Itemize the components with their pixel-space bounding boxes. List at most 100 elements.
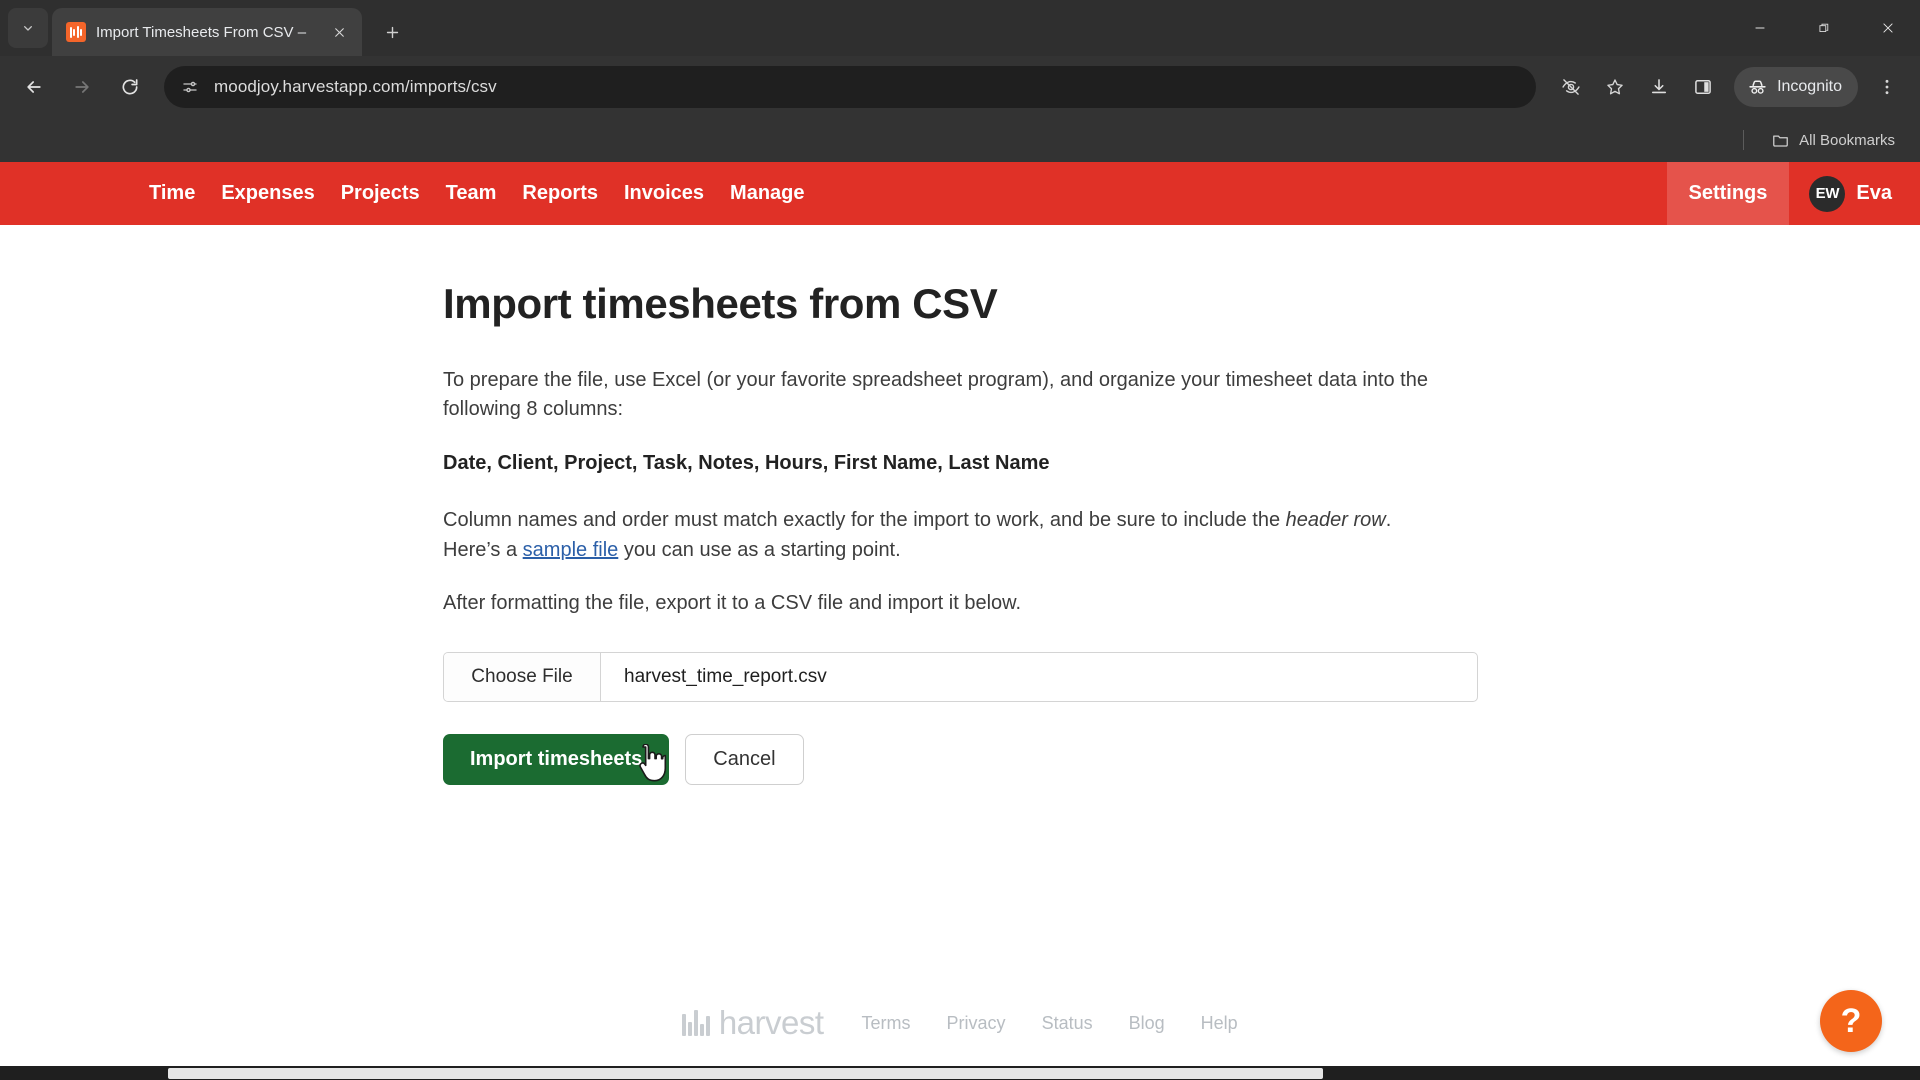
eye-slash-icon xyxy=(1562,79,1580,95)
new-tab-button[interactable] xyxy=(374,14,410,50)
avatar: EW xyxy=(1809,175,1846,212)
nav-item-expenses[interactable]: Expenses xyxy=(208,182,327,205)
url-text: moodjoy.harvestapp.com/imports/csv xyxy=(214,77,497,96)
header-row-emphasis: header row xyxy=(1285,509,1386,532)
footer-link-terms[interactable]: Terms xyxy=(862,1013,911,1034)
cancel-button[interactable]: Cancel xyxy=(685,734,804,786)
page-viewport: Time Expenses Projects Team Reports Invo… xyxy=(0,162,1920,1080)
page-footer: harvest Terms Privacy Status Blog Help xyxy=(0,1004,1920,1042)
incognito-label: Incognito xyxy=(1777,78,1842,95)
harvest-nav-bar: Time Expenses Projects Team Reports Invo… xyxy=(0,162,1920,225)
forward-button[interactable] xyxy=(60,65,104,109)
footer-links: Terms Privacy Status Blog Help xyxy=(862,1013,1238,1034)
nav-label: Time xyxy=(149,182,196,204)
import-timesheets-button[interactable]: Import timesheets xyxy=(443,734,670,786)
nav-right: Settings EW Eva xyxy=(1666,162,1920,225)
user-menu[interactable]: EW Eva xyxy=(1789,162,1920,225)
nav-item-manage[interactable]: Manage xyxy=(717,182,817,205)
match-text-c: you can use as a starting point. xyxy=(618,538,901,561)
chrome-menu-button[interactable] xyxy=(1866,66,1908,108)
sample-file-link[interactable]: sample file xyxy=(523,539,619,561)
harvest-logo-icon xyxy=(66,22,86,42)
nav-label: Expenses xyxy=(221,182,315,204)
help-button[interactable]: ? xyxy=(1820,990,1882,1052)
horizontal-scrollbar[interactable] xyxy=(0,1066,1920,1080)
browser-toolbar: moodjoy.harvestapp.com/imports/csv Incog… xyxy=(0,56,1920,118)
columns-list: Date, Client, Project, Task, Notes, Hour… xyxy=(443,451,1050,474)
harvest-wordmark: harvest xyxy=(718,1004,824,1041)
maximize-restore-button[interactable] xyxy=(1792,0,1856,56)
scrollbar-thumb[interactable] xyxy=(168,1068,1323,1079)
tab-strip: Import Timesheets From CSV – xyxy=(0,0,1920,56)
site-settings-icon[interactable] xyxy=(180,77,200,97)
plus-icon xyxy=(386,26,398,38)
match-paragraph: Column names and order must match exactl… xyxy=(443,506,1448,565)
footer-link-privacy[interactable]: Privacy xyxy=(947,1013,1006,1034)
three-dots-vertical-icon xyxy=(1885,79,1889,95)
settings-label: Settings xyxy=(1688,182,1768,204)
star-icon xyxy=(1607,79,1623,95)
side-panel-button[interactable] xyxy=(1682,66,1724,108)
minimize-button[interactable] xyxy=(1728,0,1792,56)
browser-window: Import Timesheets From CSV – moodjoy.har… xyxy=(0,0,1920,1080)
window-controls xyxy=(1728,0,1920,56)
nav-links: Time Expenses Projects Team Reports Invo… xyxy=(0,162,818,225)
toolbar-icons: Incognito xyxy=(1550,66,1908,108)
downloads-button[interactable] xyxy=(1638,66,1680,108)
match-text-a: Column names and order must match exactl… xyxy=(443,509,1286,532)
tune-settings-icon xyxy=(183,81,197,93)
nav-label: Manage xyxy=(730,182,805,204)
harvest-footer-logo: harvest xyxy=(682,1004,824,1042)
action-buttons: Import timesheets Cancel xyxy=(443,734,1920,786)
side-panel-icon xyxy=(1695,80,1711,94)
folder-icon xyxy=(1773,135,1789,147)
address-bar[interactable]: moodjoy.harvestapp.com/imports/csv xyxy=(164,66,1537,108)
restore-icon xyxy=(1819,23,1829,32)
footer-link-blog[interactable]: Blog xyxy=(1129,1013,1165,1034)
minimize-icon xyxy=(1755,27,1765,29)
user-name: Eva xyxy=(1856,182,1892,204)
reload-icon xyxy=(122,79,138,95)
main-content: Import timesheets from CSV To prepare th… xyxy=(0,225,1920,786)
reload-button[interactable] xyxy=(108,65,152,109)
window-close-button[interactable] xyxy=(1856,0,1920,56)
bookmark-button[interactable] xyxy=(1594,66,1636,108)
all-bookmarks-label: All Bookmarks xyxy=(1799,131,1895,149)
page-title: Import timesheets from CSV xyxy=(443,280,998,327)
bookmarks-divider xyxy=(1743,130,1745,150)
incognito-indicator[interactable]: Incognito xyxy=(1734,67,1858,107)
nav-item-time[interactable]: Time xyxy=(136,182,208,205)
nav-item-settings[interactable]: Settings xyxy=(1666,162,1790,225)
nav-label: Invoices xyxy=(624,182,705,204)
bookmarks-bar: All Bookmarks xyxy=(0,118,1920,162)
arrow-left-icon xyxy=(27,81,41,93)
nav-label: Team xyxy=(445,182,497,204)
download-icon xyxy=(1652,79,1667,94)
incognito-hat-icon xyxy=(1749,79,1766,94)
tab-search-button[interactable] xyxy=(8,8,48,48)
footer-link-status[interactable]: Status xyxy=(1042,1013,1093,1034)
footer-link-help[interactable]: Help xyxy=(1201,1013,1238,1034)
nav-label: Reports xyxy=(522,182,598,204)
back-button[interactable] xyxy=(12,65,56,109)
close-icon xyxy=(334,27,344,37)
selected-file-name: harvest_time_report.csv xyxy=(624,666,827,688)
arrow-right-icon xyxy=(75,81,89,93)
tracking-protection-button[interactable] xyxy=(1550,66,1592,108)
harvest-bars-icon xyxy=(682,1010,710,1036)
chevron-down-icon xyxy=(23,25,32,31)
all-bookmarks-button[interactable]: All Bookmarks xyxy=(1762,126,1904,155)
nav-item-invoices[interactable]: Invoices xyxy=(611,182,717,205)
close-icon xyxy=(1883,23,1893,33)
nav-item-team[interactable]: Team xyxy=(433,182,510,205)
file-input-row[interactable]: Choose File harvest_time_report.csv xyxy=(443,652,1478,703)
nav-label: Projects xyxy=(340,182,420,204)
intro-paragraph: To prepare the file, use Excel (or your … xyxy=(443,369,1428,421)
choose-file-button[interactable]: Choose File xyxy=(444,653,601,702)
nav-item-projects[interactable]: Projects xyxy=(328,182,433,205)
export-paragraph: After formatting the file, export it to … xyxy=(443,591,1022,614)
tab-close-button[interactable] xyxy=(326,19,352,45)
browser-tab[interactable]: Import Timesheets From CSV – xyxy=(52,8,362,56)
nav-item-reports[interactable]: Reports xyxy=(509,182,611,205)
tab-title: Import Timesheets From CSV – xyxy=(96,23,307,41)
